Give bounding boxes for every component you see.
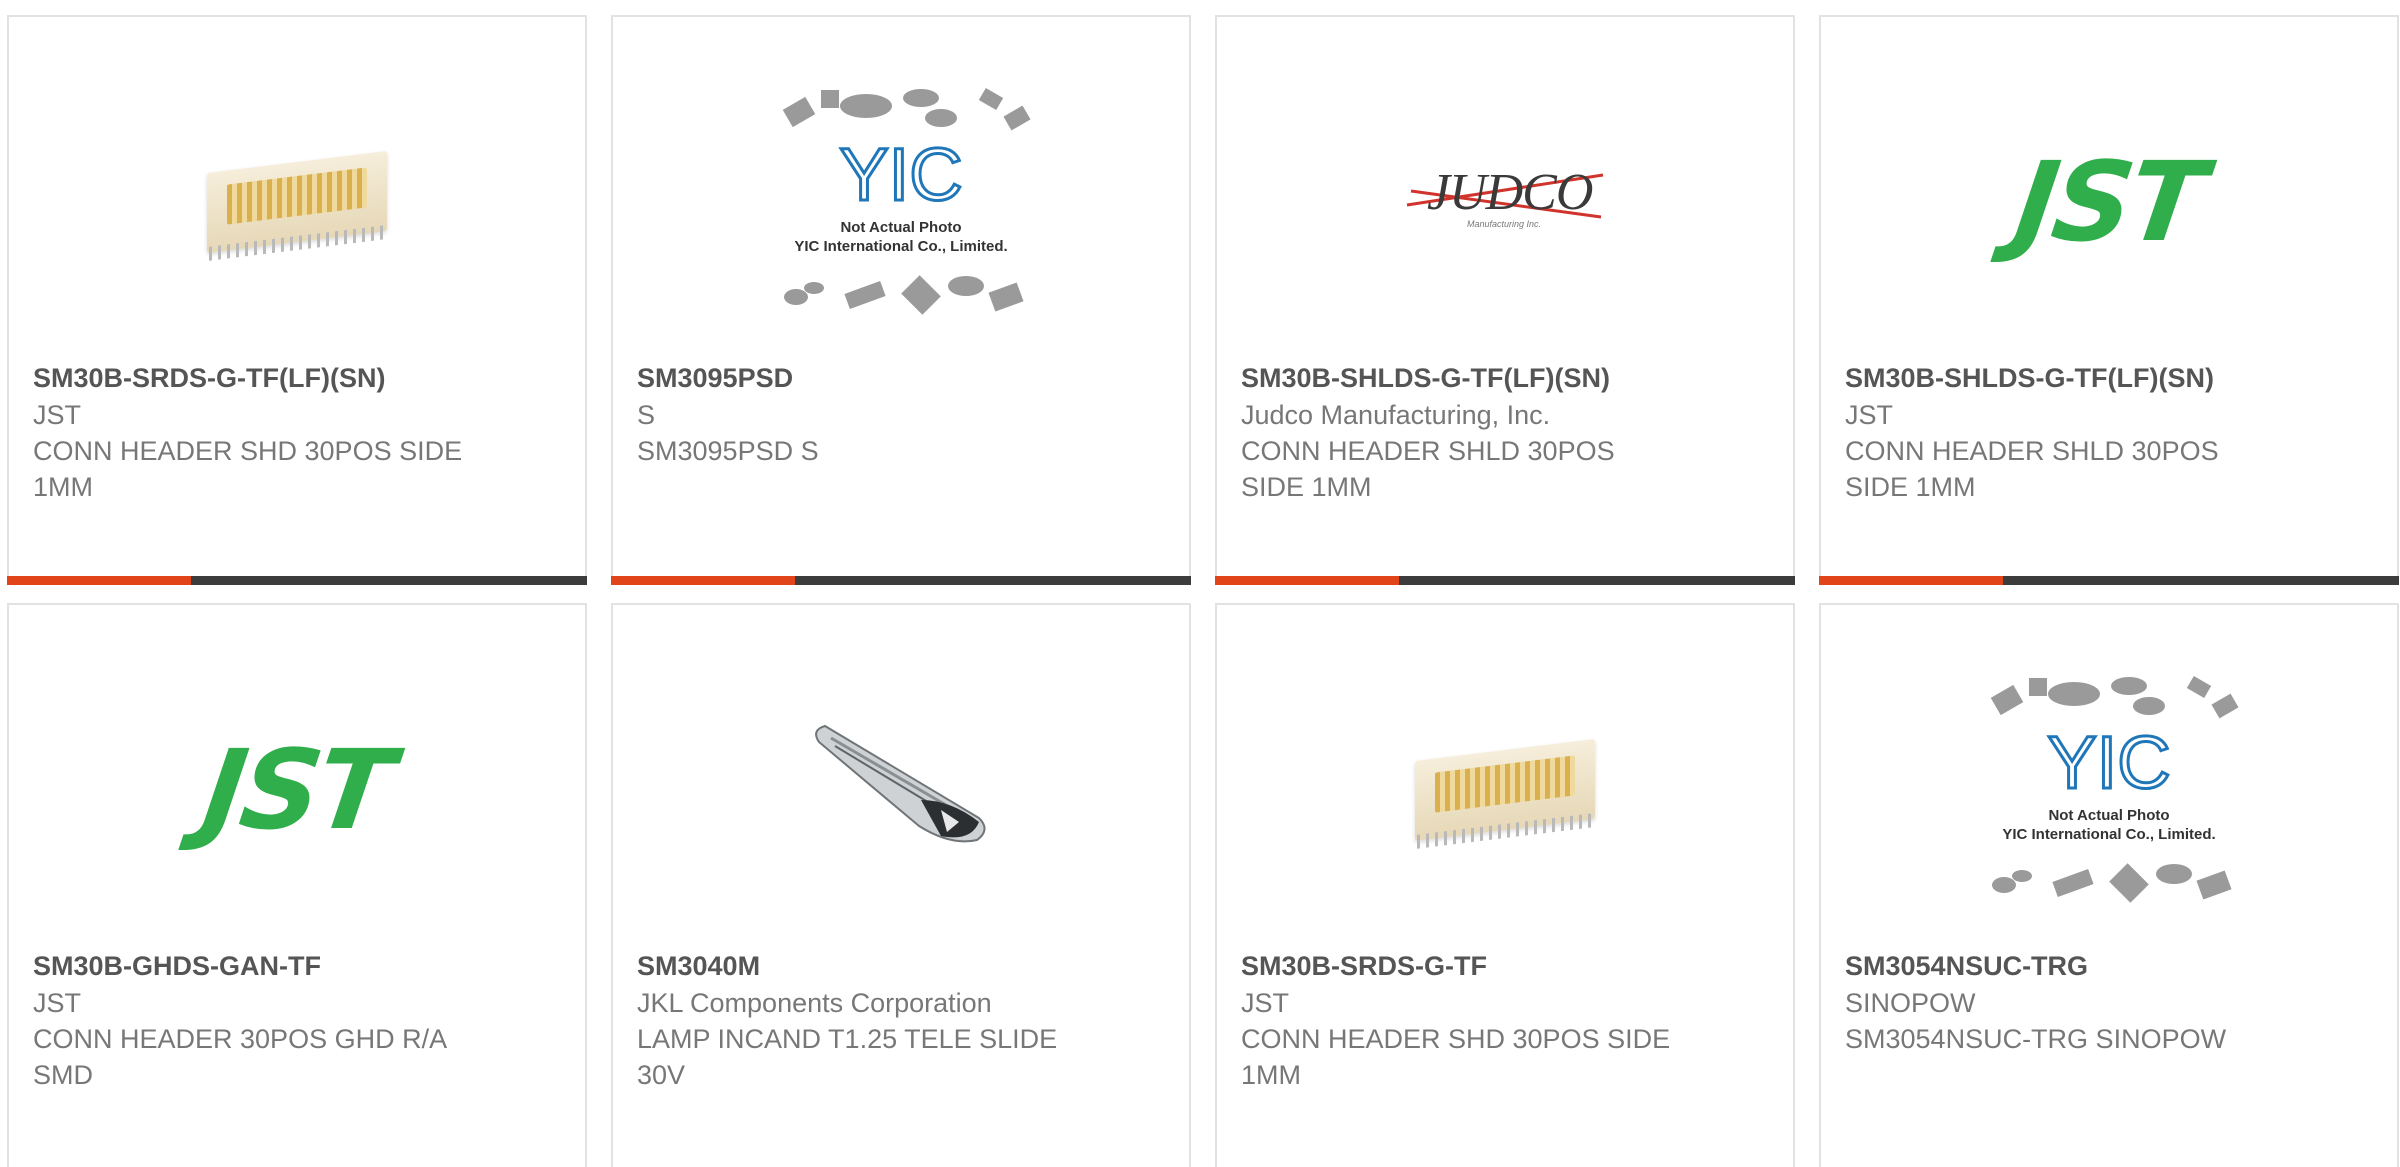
- product-card[interactable]: JST SM30B-SHLDS-G-TF(LF)(SN) JST CONN HE…: [1819, 15, 2399, 585]
- yic-placeholder-photo: YIC Not Actual Photo YIC International C…: [782, 87, 1031, 315]
- part-number[interactable]: SM30B-SHLDS-G-TF(LF)(SN): [1241, 359, 1773, 397]
- part-number[interactable]: SM3054NSUC-TRG: [1845, 947, 2377, 985]
- manufacturer: S: [637, 400, 656, 430]
- svg-text:YIC International Co., Limited: YIC International Co., Limited.: [794, 238, 1007, 255]
- manufacturer: JST: [33, 988, 82, 1018]
- judco-logo: JUDCO Manufacturing Inc.: [1405, 157, 1605, 247]
- product-card[interactable]: YIC Not Actual Photo YIC International C…: [1819, 603, 2399, 1167]
- card-bar-accent: [1819, 576, 2003, 585]
- product-image[interactable]: YIC Not Actual Photo YIC International C…: [1821, 655, 2397, 925]
- card-bar-accent: [7, 576, 191, 585]
- jst-logo: JST: [2008, 138, 2210, 266]
- product-image[interactable]: YIC Not Actual Photo YIC International C…: [613, 67, 1189, 337]
- manufacturer: JST: [1241, 988, 1290, 1018]
- manufacturer: JKL Components Corporation: [637, 988, 992, 1018]
- yic-placeholder-photo: YIC Not Actual Photo YIC International C…: [1990, 675, 2239, 903]
- part-number[interactable]: SM3040M: [637, 947, 1169, 985]
- product-image[interactable]: JST: [9, 655, 585, 925]
- svg-text:YIC: YIC: [839, 133, 962, 216]
- product-image[interactable]: [9, 67, 585, 337]
- product-card[interactable]: YIC Not Actual Photo YIC International C…: [611, 15, 1191, 585]
- description: LAMP INCAND T1.25 TELE SLIDE 30V: [637, 1024, 1058, 1090]
- manufacturer: Judco Manufacturing, Inc.: [1241, 400, 1551, 430]
- card-bar-accent: [611, 576, 795, 585]
- product-card[interactable]: JST SM30B-GHDS-GAN-TF JST CONN HEADER 30…: [7, 603, 587, 1167]
- description: CONN HEADER 30POS GHD R/A SMD: [33, 1024, 446, 1090]
- manufacturer: JST: [33, 400, 82, 430]
- connector-header-photo: [1407, 720, 1603, 860]
- card-bar: [611, 576, 1191, 585]
- description: CONN HEADER SHD 30POS SIDE 1MM: [33, 436, 463, 502]
- description: CONN HEADER SHLD 30POS SIDE 1MM: [1241, 436, 1615, 502]
- lamp-photo: [815, 724, 986, 843]
- part-number[interactable]: SM30B-SHLDS-G-TF(LF)(SN): [1845, 359, 2377, 397]
- description: CONN HEADER SHLD 30POS SIDE 1MM: [1845, 436, 2219, 502]
- manufacturer: SINOPOW: [1845, 988, 1976, 1018]
- product-card[interactable]: JUDCO Manufacturing Inc. SM30B-SHLDS-G-T…: [1215, 15, 1795, 585]
- jst-logo: JST: [196, 726, 398, 854]
- product-image[interactable]: JUDCO Manufacturing Inc.: [1217, 67, 1793, 337]
- card-bar: [7, 576, 587, 585]
- product-image[interactable]: JST: [1821, 67, 2397, 337]
- product-card[interactable]: SM3040M JKL Components Corporation LAMP …: [611, 603, 1191, 1167]
- card-bar: [1819, 576, 2399, 585]
- part-number[interactable]: SM30B-SRDS-G-TF(LF)(SN): [33, 359, 565, 397]
- svg-text:YIC: YIC: [2047, 721, 2170, 804]
- description: CONN HEADER SHD 30POS SIDE 1MM: [1241, 1024, 1671, 1090]
- description: SM3095PSD S: [637, 436, 819, 466]
- connector-header-photo: [199, 132, 395, 272]
- description: SM3054NSUC-TRG SINOPOW: [1845, 1024, 2227, 1054]
- manufacturer: JST: [1845, 400, 1894, 430]
- product-card[interactable]: SM30B-SRDS-G-TF(LF)(SN) JST CONN HEADER …: [7, 15, 587, 585]
- svg-text:Not Actual Photo: Not Actual Photo: [840, 219, 961, 236]
- part-number[interactable]: SM3095PSD: [637, 359, 1169, 397]
- svg-text:Not Actual Photo: Not Actual Photo: [2048, 807, 2169, 824]
- card-bar-accent: [1215, 576, 1399, 585]
- card-bar: [1215, 576, 1795, 585]
- product-image[interactable]: [613, 655, 1189, 925]
- part-number[interactable]: SM30B-SRDS-G-TF: [1241, 947, 1773, 985]
- part-number[interactable]: SM30B-GHDS-GAN-TF: [33, 947, 565, 985]
- product-image[interactable]: [1217, 655, 1793, 925]
- product-card[interactable]: SM30B-SRDS-G-TF JST CONN HEADER SHD 30PO…: [1215, 603, 1795, 1167]
- svg-text:YIC International Co., Limited: YIC International Co., Limited.: [2002, 826, 2215, 843]
